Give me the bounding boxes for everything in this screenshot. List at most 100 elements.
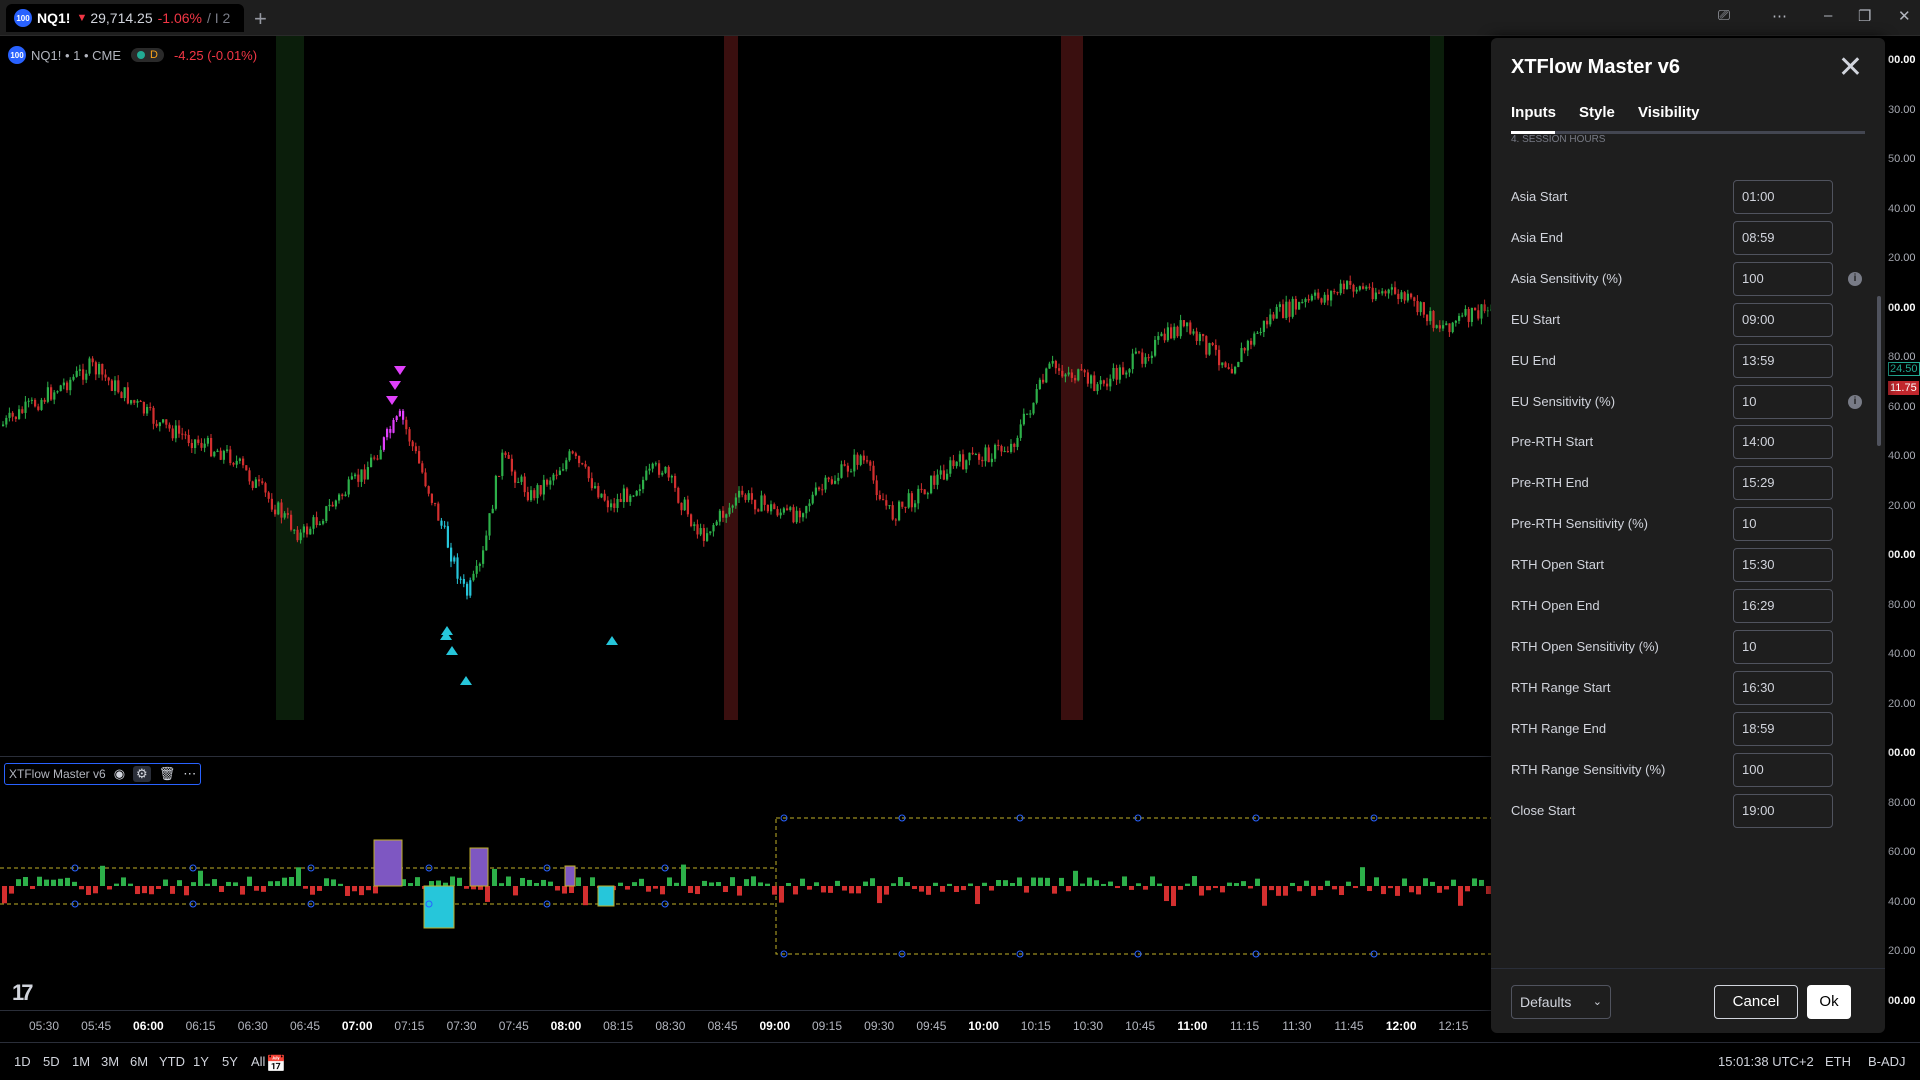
range-button[interactable]: 6M <box>130 1054 148 1069</box>
volume-bar <box>1276 886 1281 896</box>
input-field[interactable]: 18:59 <box>1733 711 1833 746</box>
session-label[interactable]: ETH <box>1825 1054 1851 1069</box>
candle-body <box>504 452 507 456</box>
candle-body <box>645 470 648 480</box>
tradingview-logo-icon[interactable]: 17 <box>12 980 34 1006</box>
more-dots-icon[interactable]: ⋯ <box>1772 7 1787 25</box>
time-axis[interactable]: 05:30 05:45 06:00 06:15 06:30 06:45 07:00 07:15… <box>0 1010 1500 1040</box>
input-row: EU End 13:59 <box>1511 343 1851 378</box>
candle-body <box>1214 344 1217 350</box>
candle-body <box>194 439 197 449</box>
candle-body <box>312 517 315 529</box>
range-button[interactable]: 5Y <box>222 1054 238 1069</box>
range-button[interactable]: 3M <box>101 1054 119 1069</box>
market-status-dot-icon <box>137 51 146 59</box>
date-range-calendar-icon[interactable]: 📅 <box>266 1054 286 1074</box>
maximize-icon[interactable]: ❐ <box>1858 7 1871 25</box>
time-tick: 10:45 <box>1125 1019 1156 1033</box>
candle-body <box>162 419 165 423</box>
dialog-scrollbar[interactable] <box>1877 296 1881 446</box>
layout-icon[interactable]: ⎚ <box>1718 7 1730 24</box>
window-close-icon[interactable]: ✕ <box>1898 7 1911 25</box>
indicator-name[interactable]: XTFlow Master v6 <box>9 767 106 781</box>
tab-inputs[interactable]: Inputs <box>1511 104 1556 121</box>
range-button[interactable]: YTD <box>159 1054 185 1069</box>
defaults-dropdown[interactable]: Defaults ⌄ <box>1511 985 1611 1019</box>
candle-body <box>821 489 824 491</box>
range-button[interactable]: 1D <box>14 1054 31 1069</box>
candle-body <box>568 451 571 461</box>
input-field[interactable]: 13:59 <box>1733 343 1833 378</box>
eye-icon[interactable]: ◉ <box>114 766 125 782</box>
volume-bar <box>758 882 763 886</box>
sell-signal-icon <box>394 366 406 375</box>
input-field[interactable]: 08:59 <box>1733 220 1833 255</box>
pane-divider[interactable] <box>0 756 1500 757</box>
new-tab-plus-icon[interactable]: + <box>254 6 267 32</box>
input-field[interactable]: 19:00 <box>1733 793 1833 828</box>
range-button[interactable]: 5D <box>43 1054 60 1069</box>
candle-body <box>546 479 549 485</box>
candle-body <box>40 399 43 410</box>
input-field[interactable]: 10 <box>1733 384 1833 419</box>
input-field[interactable]: 100 <box>1733 752 1833 787</box>
candle-body <box>187 434 190 444</box>
range-button[interactable]: All <box>251 1054 265 1069</box>
input-field[interactable]: 09:00 <box>1733 302 1833 337</box>
candle-body <box>542 479 545 495</box>
info-icon[interactable]: i <box>1848 271 1862 286</box>
candle-body <box>1016 437 1019 447</box>
candle-body <box>613 503 616 508</box>
legend-symbol[interactable]: NQ1! • 1 • CME <box>31 48 121 63</box>
volume-bar <box>261 886 266 892</box>
range-button[interactable]: 1M <box>72 1054 90 1069</box>
chart-tab[interactable]: 100 NQ1! ▼ 29,714.25 -1.06% / I 2 <box>6 4 244 32</box>
cancel-button[interactable]: Cancel <box>1714 985 1798 1019</box>
candle-body <box>523 476 526 493</box>
candle-body <box>526 492 529 501</box>
volume-bar <box>898 877 903 886</box>
adjustment-label[interactable]: B-ADJ <box>1868 1054 1906 1069</box>
volume-bar <box>366 886 371 891</box>
candle-body <box>347 479 350 495</box>
time-tick: 12:00 <box>1385 1019 1417 1033</box>
input-row: EU Start 09:00 <box>1511 302 1851 337</box>
more-icon[interactable]: ⋯ <box>183 766 196 782</box>
input-field[interactable]: 16:29 <box>1733 589 1833 623</box>
candle-body <box>1406 293 1409 301</box>
volume-bar <box>814 882 819 886</box>
price-chart-svg[interactable] <box>0 36 1500 1050</box>
input-field[interactable]: 10 <box>1733 507 1833 542</box>
candle-body <box>101 363 104 375</box>
candle-body <box>261 481 264 484</box>
info-icon[interactable]: i <box>1848 394 1862 409</box>
input-field[interactable]: 15:30 <box>1733 548 1833 583</box>
candle-body <box>107 377 110 381</box>
input-field[interactable]: 15:29 <box>1733 466 1833 501</box>
range-button[interactable]: 1Y <box>193 1054 209 1069</box>
input-field[interactable]: 14:00 <box>1733 425 1833 460</box>
tab-visibility[interactable]: Visibility <box>1638 104 1699 121</box>
candle-body <box>1093 375 1096 392</box>
clock-time[interactable]: 15:01:38 UTC+2 <box>1718 1054 1814 1069</box>
minimize-icon[interactable]: – <box>1824 7 1832 24</box>
candle-body <box>344 494 347 497</box>
tab-style[interactable]: Style <box>1579 104 1615 121</box>
ok-button[interactable]: Ok <box>1807 985 1851 1019</box>
input-label: EU End <box>1511 352 1556 368</box>
candle-body <box>1442 325 1445 329</box>
trash-icon[interactable]: 🗑 <box>159 766 176 782</box>
indicator-legend[interactable]: XTFlow Master v6 ◉ ⚙ 🗑 ⋯ <box>4 763 202 785</box>
close-icon[interactable]: ✕ <box>1838 50 1863 85</box>
input-field[interactable]: 100 <box>1733 261 1833 296</box>
tab-price: 29,714.25 <box>90 10 153 26</box>
input-field[interactable]: 01:00 <box>1733 180 1833 214</box>
volume-bar <box>1185 883 1190 886</box>
input-field[interactable]: 16:30 <box>1733 670 1833 705</box>
session-badge[interactable]: D <box>131 48 164 62</box>
price-axis[interactable]: 00.00 30.00 50.00 40.00 20.00 00.00 80.00 60.00… <box>1886 36 1920 1036</box>
settings-gear-icon[interactable]: ⚙ <box>133 766 151 782</box>
input-field[interactable]: 10 <box>1733 629 1833 664</box>
candle-body <box>1346 281 1349 290</box>
time-tick: 11:30 <box>1282 1019 1312 1033</box>
